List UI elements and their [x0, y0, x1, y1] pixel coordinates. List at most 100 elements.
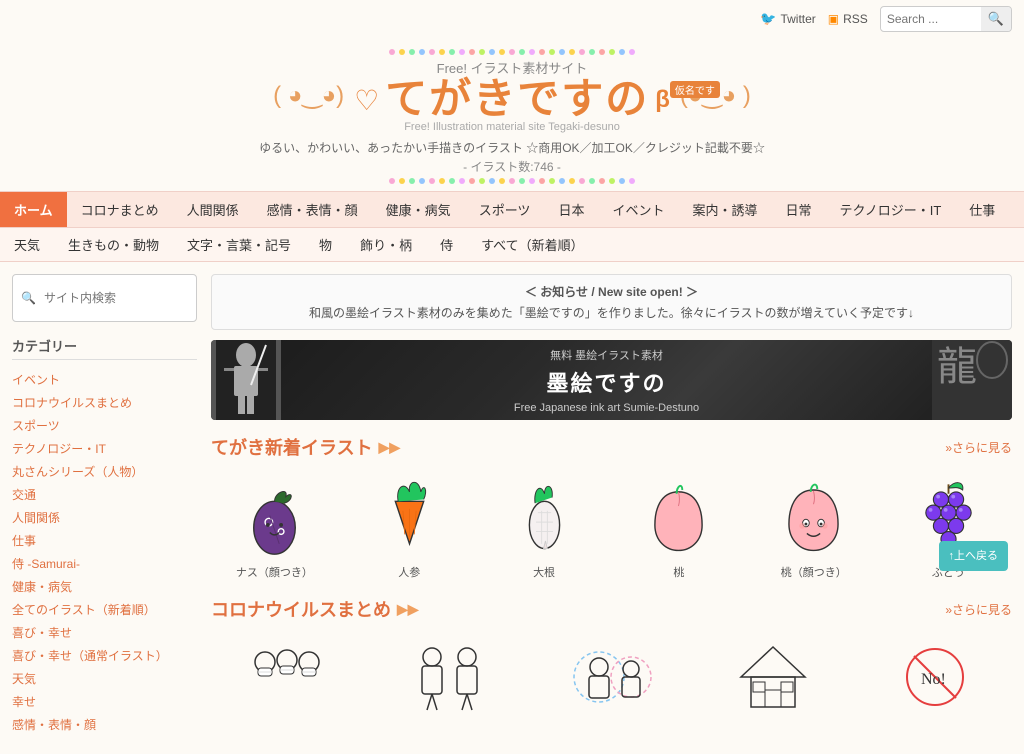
corona-illust-5: No!: [858, 632, 1012, 726]
secondary-nav: 天気 生きもの・動物 文字・言葉・記号 物 飾り・柄 侍 すべて（新着順）: [0, 228, 1024, 262]
illust-item-eggplant: ナス（顔つき）: [211, 470, 338, 580]
list-item: 喜び・幸せ（通常イラスト）: [12, 644, 197, 667]
illust-label-daikon: 大根: [533, 564, 555, 580]
nav-item-objects[interactable]: 物: [305, 228, 346, 261]
nav-item-patterns[interactable]: 飾り・柄: [346, 228, 426, 261]
banner-image-right: 龍: [932, 340, 1012, 420]
illust-item-peach: 桃: [615, 470, 742, 580]
corona-img-5[interactable]: No!: [858, 632, 1012, 722]
header-dots-bottom: [0, 178, 1024, 184]
nav-item-work[interactable]: 仕事: [955, 192, 1009, 227]
list-item: テクノロジー・IT: [12, 437, 197, 460]
scroll-to-top-button[interactable]: ↑上へ戻る: [939, 541, 1009, 571]
samurai-svg: [216, 340, 276, 420]
list-item: 健康・病気: [12, 575, 197, 598]
main-content: ＜ お知らせ / New site open! ＞ 和風の墨絵イラスト素材のみを…: [211, 274, 1012, 742]
sidebar-category-list: イベント コロナウイルスまとめ スポーツ テクノロジー・IT 丸さんシリーズ（人…: [12, 368, 197, 736]
banner-image-left: [211, 340, 281, 420]
twitter-link[interactable]: 🐦 Twitter: [760, 11, 816, 27]
nav-item-weather[interactable]: 天気: [0, 228, 54, 261]
nav-item-tech[interactable]: テクノロジー・IT: [826, 192, 956, 227]
illust-img-peach-face[interactable]: [750, 470, 877, 560]
illust-img-daikon[interactable]: [481, 470, 608, 560]
corona-illust-1: [211, 632, 365, 726]
corona-section-more[interactable]: »さらに見る: [945, 601, 1012, 618]
list-item: 喜び・幸せ: [12, 621, 197, 644]
new-illustrations-more[interactable]: »さらに見る: [945, 439, 1012, 456]
list-item: 侍 -Samurai-: [12, 552, 197, 575]
corona-img-3[interactable]: [535, 632, 689, 722]
crowd-svg: [245, 642, 330, 712]
illust-img-eggplant[interactable]: [211, 470, 338, 560]
notice-text: 和風の墨絵イラスト素材のみを集めた「墨絵ですの」を作りました。徐々にイラストの数…: [224, 304, 999, 321]
illust-item-peach-face: 桃（顔つき）: [750, 470, 877, 580]
peach-face-svg: [771, 473, 856, 558]
sidebar-search-box: 🔍 検索: [12, 274, 197, 322]
corona-img-2[interactable]: [373, 632, 527, 722]
nav-item-relationships[interactable]: 人間関係: [173, 192, 253, 227]
nav-item-home[interactable]: ホーム: [0, 192, 67, 227]
corona-illust-4: [696, 632, 850, 726]
corona-img-4[interactable]: [696, 632, 850, 722]
illust-item-carrot: 人参: [346, 470, 473, 580]
notice-box: ＜ お知らせ / New site open! ＞ 和風の墨絵イラスト素材のみを…: [211, 274, 1012, 330]
notice-title: ＜ お知らせ / New site open! ＞: [224, 283, 999, 300]
nav-item-characters[interactable]: 文字・言葉・記号: [173, 228, 305, 261]
illust-label-peach: 桃: [673, 564, 684, 580]
top-search-button[interactable]: 🔍: [981, 7, 1011, 31]
illust-label-carrot: 人参: [398, 564, 420, 580]
rss-link[interactable]: ▣ RSS: [828, 12, 868, 26]
site-title-area: Free! イラスト素材サイト ♡ てがきですの β 仮名です Free! Il…: [354, 58, 670, 133]
banner-subtitle: Free Japanese ink art Sumie-Destuno: [301, 402, 912, 414]
banner-free-label: 無料 墨絵イラスト素材: [301, 347, 912, 363]
sidebar-search-input[interactable]: [42, 285, 197, 311]
top-search-input[interactable]: [881, 9, 981, 29]
illust-img-carrot[interactable]: [346, 470, 473, 560]
list-item: 仕事: [12, 529, 197, 552]
header-dots-top: [0, 49, 1024, 55]
nav-item-events[interactable]: イベント: [598, 192, 678, 227]
new-illustrations-title: てがき新着イラスト ▶▶: [211, 434, 400, 460]
illust-label-peach-face: 桃（顔つき）: [781, 564, 847, 580]
house-svg: [731, 642, 816, 712]
nav-item-emotions[interactable]: 感情・表情・顔: [253, 192, 372, 227]
corona-section-title: コロナウイルスまとめ ▶▶: [211, 596, 419, 622]
eggplant-svg: [232, 473, 317, 558]
illust-item-daikon: 大根: [481, 470, 608, 580]
nav-item-all[interactable]: すべて（新着順）: [467, 228, 598, 261]
banner-text-area: 無料 墨絵イラスト素材 墨絵ですの Free Japanese ink art …: [281, 347, 932, 414]
list-item: 天気: [12, 667, 197, 690]
corona-section-header: コロナウイルスまとめ ▶▶ »さらに見る: [211, 596, 1012, 622]
site-title-main: てがきですの: [385, 79, 649, 121]
nav-item-corona[interactable]: コロナまとめ: [67, 192, 173, 227]
sidebar-category-title: カテゴリー: [12, 336, 197, 360]
nav-item-sports[interactable]: スポーツ: [465, 192, 545, 227]
main-layout: 🔍 検索 カテゴリー イベント コロナウイルスまとめ スポーツ テクノロジー・I…: [0, 262, 1024, 754]
nav-item-animals[interactable]: 生きもの・動物: [54, 228, 173, 261]
list-item: 人間関係: [12, 506, 197, 529]
ink-art-svg: 龍: [932, 340, 1012, 420]
header-tagline: ゆるい、かわいい、あったかい手描きのイラスト ☆商用OK／加工OK／クレジット記…: [0, 139, 1024, 156]
ink-art-banner[interactable]: 無料 墨絵イラスト素材 墨絵ですの Free Japanese ink art …: [211, 340, 1012, 420]
nav-item-guidance[interactable]: 案内・誘導: [678, 192, 771, 227]
corona-illustrations-grid: No!: [211, 632, 1012, 726]
nav-item-daily[interactable]: 日常: [771, 192, 825, 227]
corona-title-arrow: ▶▶: [397, 601, 419, 618]
illust-img-peach[interactable]: [615, 470, 742, 560]
corona-img-1[interactable]: [211, 632, 365, 722]
new-illustrations-arrow: ▶▶: [379, 439, 401, 456]
twitter-label: Twitter: [780, 12, 815, 26]
sidebar: 🔍 検索 カテゴリー イベント コロナウイルスまとめ スポーツ テクノロジー・I…: [12, 274, 197, 742]
twitter-icon: 🐦: [760, 11, 776, 27]
list-item: イベント: [12, 368, 197, 391]
corona-illust-2: [373, 632, 527, 726]
nav-item-health[interactable]: 健康・病気: [372, 192, 465, 227]
site-header: ( ◕‿◕) Free! イラスト素材サイト ♡ てがきですの β 仮名です F…: [0, 38, 1024, 191]
peach-svg: [636, 473, 721, 558]
nav-item-samurai[interactable]: 侍: [426, 228, 467, 261]
corona-title-text: コロナウイルスまとめ: [211, 596, 391, 622]
top-search-box: 🔍: [880, 6, 1012, 32]
left-character: ( ◕‿◕): [273, 81, 344, 110]
rss-icon: ▣: [828, 12, 839, 26]
nav-item-japan[interactable]: 日本: [544, 192, 598, 227]
